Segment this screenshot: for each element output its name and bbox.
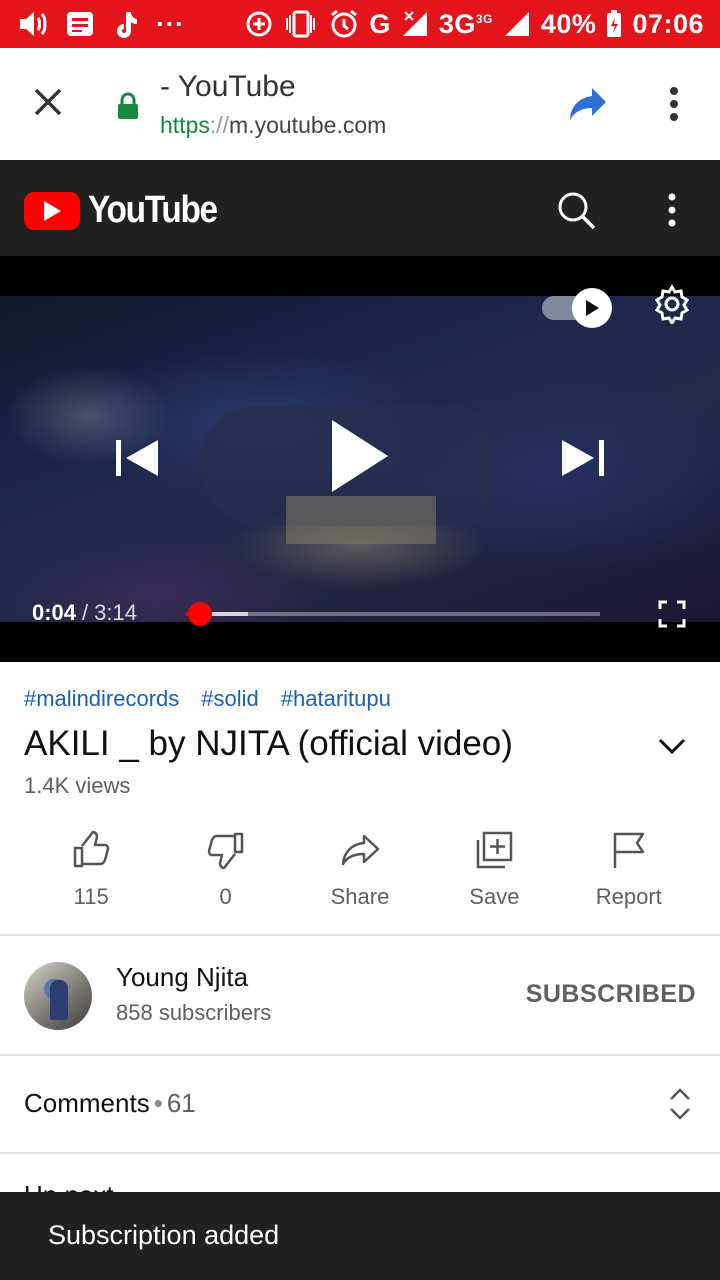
scrubber-handle[interactable] — [188, 602, 213, 626]
lock-icon — [116, 92, 140, 120]
share-button[interactable]: Share — [293, 826, 427, 922]
fullscreen-icon[interactable] — [658, 600, 686, 628]
comments-header: Comments • 61 — [24, 1088, 196, 1118]
hashtag-link[interactable]: #solid — [201, 686, 258, 712]
network-g-label: G — [369, 8, 391, 39]
save-button[interactable]: Save — [427, 826, 561, 922]
current-time: 0:04 — [32, 600, 77, 625]
autoplay-play-icon — [572, 288, 612, 328]
youtube-menu-icon[interactable] — [658, 190, 686, 230]
share-icon — [340, 830, 380, 870]
search-icon[interactable] — [556, 190, 596, 230]
volume-icon — [18, 10, 48, 38]
time-display: 0:04/3:14 — [32, 600, 137, 625]
channel-row[interactable]: Young Njita 858 subscribers SUBSCRIBED — [0, 936, 720, 1054]
tiktok-icon — [112, 10, 138, 38]
video-title[interactable]: AKILI _ by NJITA (official video) — [24, 724, 513, 764]
url-display[interactable]: https://m.youtube.com — [160, 112, 386, 139]
signal-icon — [401, 10, 429, 38]
hashtag-link[interactable]: #malindirecords — [24, 686, 179, 712]
like-button[interactable]: 115 — [24, 826, 158, 922]
chevron-down-icon[interactable] — [656, 734, 688, 758]
news-icon — [66, 11, 94, 37]
youtube-header: YouTube — [0, 160, 720, 256]
snackbar-message: Subscription added — [48, 1220, 280, 1250]
more-notifications: ··· — [156, 8, 185, 39]
vibrate-icon — [283, 10, 319, 38]
view-count: 1.4K views — [24, 773, 131, 798]
avatar[interactable] — [24, 962, 92, 1030]
snackbar: Subscription added — [0, 1192, 720, 1280]
duration: 3:14 — [94, 600, 137, 625]
thumbs-down-icon — [206, 830, 246, 870]
next-video-icon[interactable] — [560, 438, 608, 478]
progress-bar[interactable] — [186, 602, 600, 626]
subscriber-count: 858 subscribers — [116, 1000, 272, 1025]
play-icon[interactable] — [326, 416, 392, 496]
page-title: - YouTube — [160, 70, 296, 103]
youtube-logo[interactable]: YouTube — [24, 189, 234, 232]
browser-menu-icon[interactable] — [660, 84, 688, 124]
browser-toolbar: - YouTube https://m.youtube.com — [0, 48, 720, 160]
subscribe-button[interactable]: SUBSCRIBED — [526, 980, 696, 1009]
hashtags: #malindirecords #solid #hataritupu — [24, 686, 391, 712]
share-arrow-icon[interactable] — [566, 84, 610, 124]
hashtag-link[interactable]: #hataritupu — [281, 686, 391, 712]
dislike-button[interactable]: 0 — [158, 826, 292, 922]
autoplay-toggle[interactable] — [542, 288, 614, 328]
expand-collapse-icon[interactable] — [666, 1086, 694, 1122]
gear-icon[interactable] — [652, 284, 692, 326]
status-bar: ··· G 3G3G 40% 07:06 — [0, 0, 720, 48]
clock: 07:06 — [632, 8, 704, 39]
battery-percent: 40% — [540, 8, 597, 39]
thumbs-up-icon — [71, 830, 111, 870]
network-3g-label: 3G3G — [438, 8, 493, 39]
previous-video-icon[interactable] — [112, 438, 160, 478]
report-button[interactable]: Report — [562, 826, 696, 922]
comment-count: 61 — [166, 1088, 196, 1118]
save-playlist-icon — [474, 830, 514, 870]
alarm-icon — [329, 9, 359, 39]
flag-icon — [609, 830, 649, 870]
divider — [0, 1152, 720, 1154]
video-actions: 115 0 Share Save Report — [24, 826, 696, 922]
video-player[interactable]: 0:04/3:14 — [0, 256, 720, 662]
close-icon[interactable] — [28, 82, 68, 122]
youtube-wordmark: YouTube — [88, 189, 218, 231]
battery-charging-icon — [606, 10, 622, 38]
comments-section[interactable]: Comments • 61 — [0, 1056, 720, 1152]
youtube-play-logo-icon — [24, 191, 80, 230]
data-saver-icon — [245, 10, 273, 38]
signal-icon-2 — [503, 10, 531, 38]
channel-name[interactable]: Young Njita — [116, 962, 248, 993]
